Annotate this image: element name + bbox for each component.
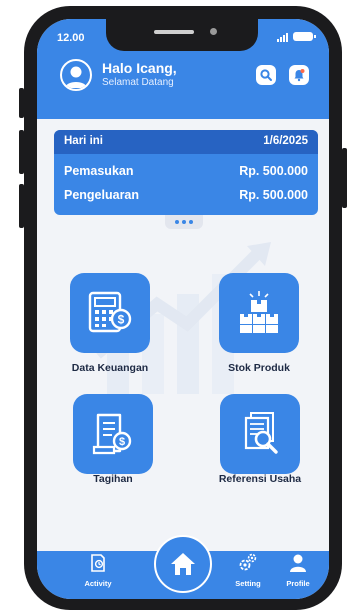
greeting-text: Halo Icang,	[102, 60, 177, 76]
stok-produk-button[interactable]	[219, 273, 299, 353]
phone-side-button	[19, 130, 24, 174]
expense-value: Rp. 500.000	[239, 188, 308, 202]
speaker-grill	[154, 30, 194, 34]
phone-side-button	[19, 184, 24, 228]
nav-setting-label: Setting	[235, 579, 261, 588]
status-time: 12.00	[57, 32, 85, 44]
income-value: Rp. 500.000	[239, 164, 308, 178]
front-camera	[210, 28, 217, 35]
calculator-money-icon: $	[88, 291, 132, 333]
greeting-subtitle: Selamat Datang	[102, 77, 174, 88]
referensi-usaha-button[interactable]	[220, 394, 300, 474]
stok-produk-label: Stok Produk	[228, 362, 290, 374]
app-screen: 12.00 Halo Icang, Selamat Datang Hari in…	[37, 19, 329, 599]
signal-icon	[277, 33, 288, 42]
today-label: Hari ini	[64, 135, 103, 147]
phone-power-button	[342, 148, 347, 208]
expense-label: Pengeluaran	[64, 188, 140, 202]
phone-side-button	[19, 88, 24, 118]
user-avatar-icon[interactable]	[60, 59, 92, 91]
battery-icon	[293, 32, 316, 41]
svg-text:$: $	[118, 313, 125, 327]
carousel-dots[interactable]	[165, 215, 203, 229]
nav-activity-label: Activity	[84, 579, 112, 588]
data-keuangan-button[interactable]: $	[70, 273, 150, 353]
referensi-usaha-label: Referensi Usaha	[218, 473, 302, 485]
nav-setting[interactable]: Setting	[226, 553, 270, 588]
summary-date: 1/6/2025	[263, 135, 308, 147]
summary-card[interactable]: Hari ini 1/6/2025 Pemasukan Rp. 500.000 …	[54, 130, 318, 215]
svg-text:$: $	[119, 436, 125, 448]
invoice-icon: $	[92, 413, 132, 455]
home-icon	[171, 553, 195, 575]
document-search-icon	[244, 412, 278, 454]
tagihan-label: Tagihan	[93, 473, 133, 485]
settings-icon	[239, 553, 257, 571]
boxes-icon	[240, 291, 278, 333]
search-icon[interactable]	[256, 65, 276, 85]
nav-profile-label: Profile	[286, 579, 310, 588]
activity-icon	[91, 554, 105, 572]
income-label: Pemasukan	[64, 164, 134, 178]
camera-notch	[106, 19, 258, 51]
tagihan-button[interactable]: $	[73, 394, 153, 474]
nav-profile[interactable]: Profile	[276, 553, 320, 588]
profile-icon	[290, 554, 306, 572]
data-keuangan-label: Data Keuangan	[71, 362, 149, 374]
bell-icon[interactable]	[289, 65, 309, 85]
home-button[interactable]	[154, 535, 212, 593]
nav-activity[interactable]: Activity	[76, 553, 120, 588]
